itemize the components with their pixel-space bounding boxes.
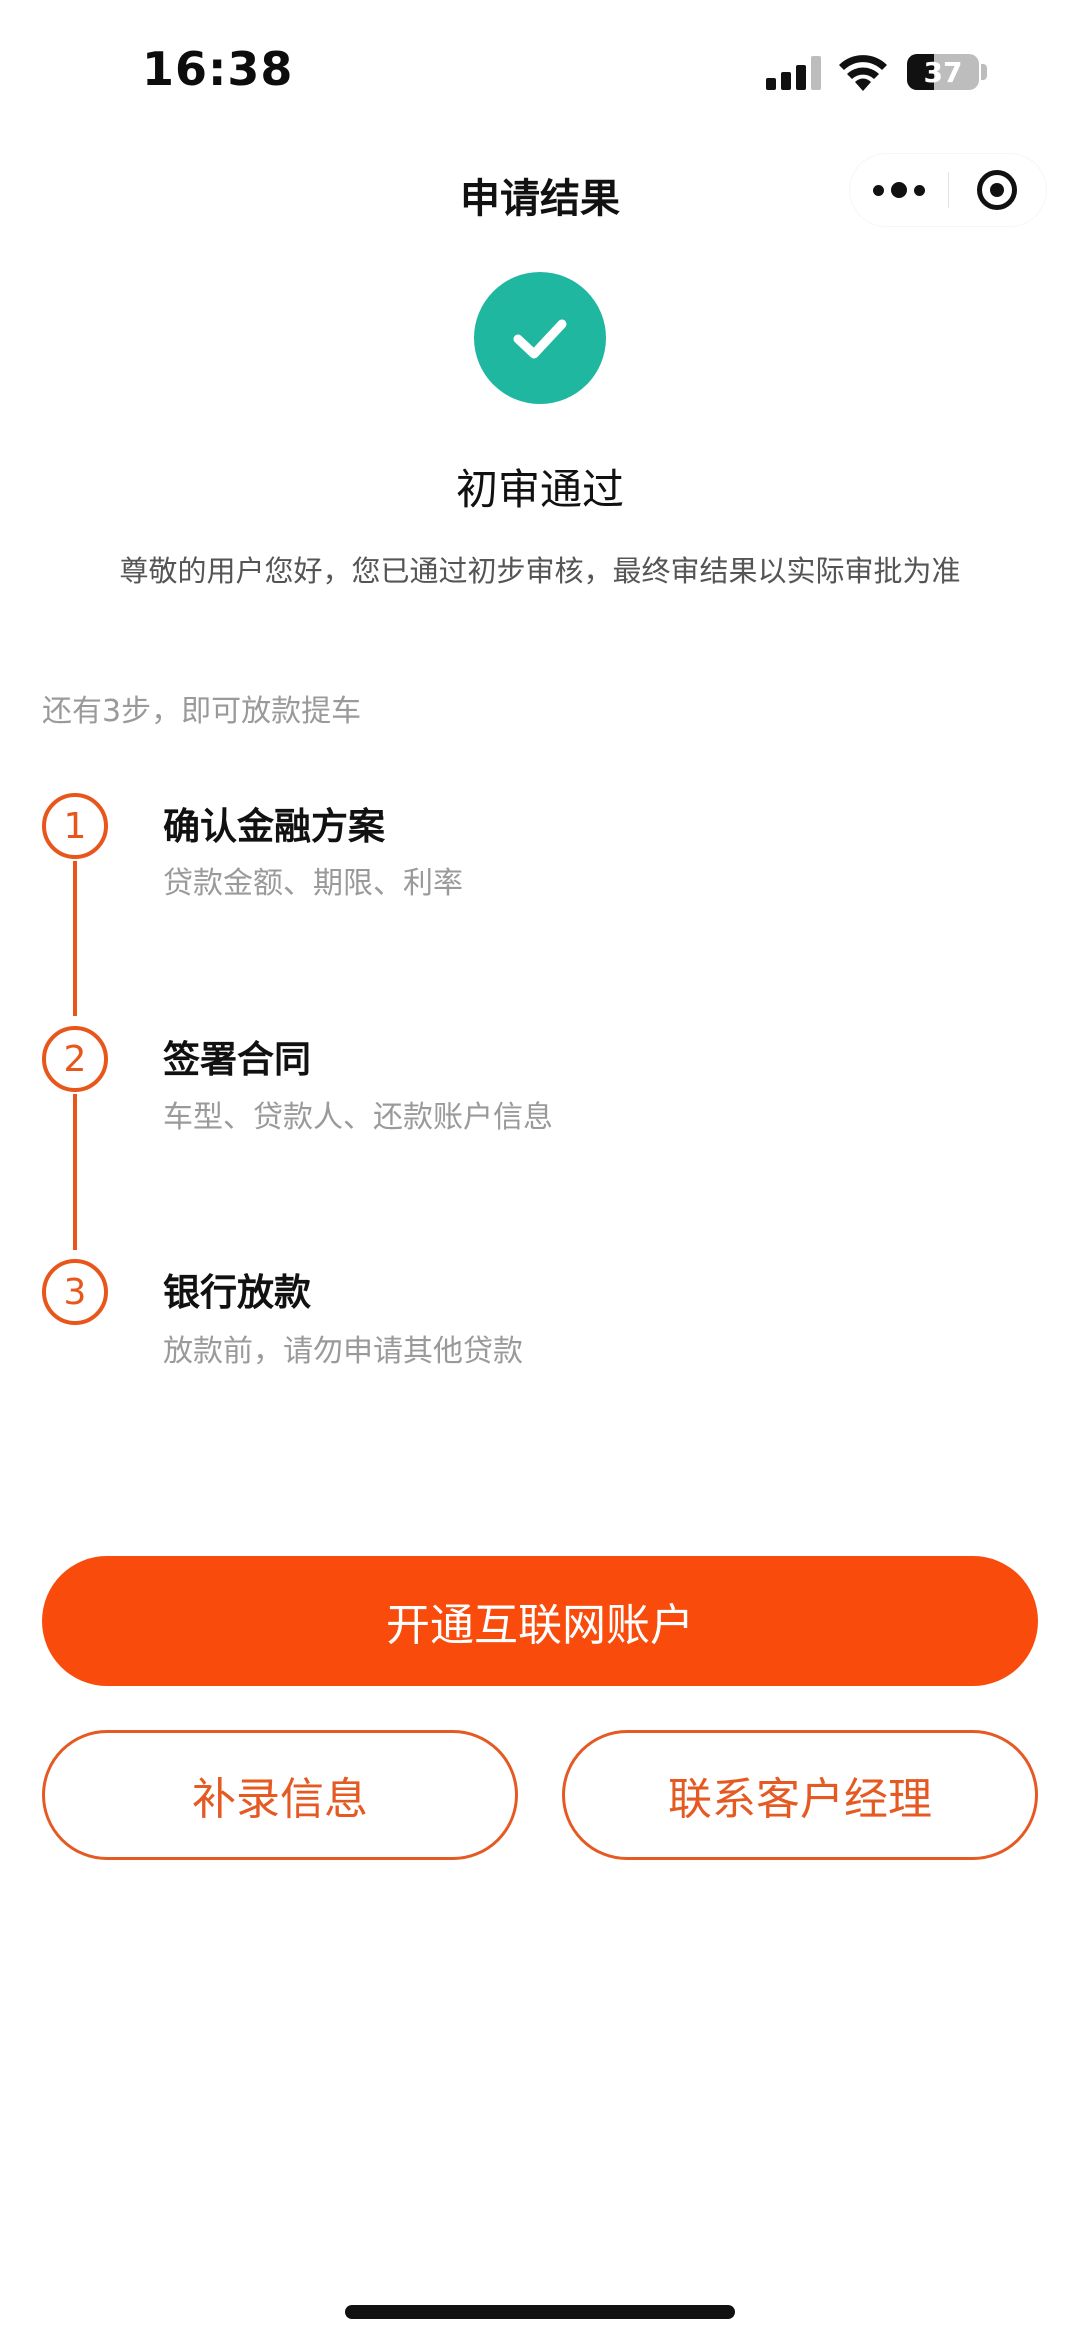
open-online-account-button[interactable]: 开通互联网账户: [42, 1556, 1038, 1686]
contact-manager-button[interactable]: 联系客户经理: [562, 1730, 1038, 1860]
step-title-3: 银行放款: [163, 1271, 311, 1314]
success-check-icon: [474, 272, 606, 404]
step-connector: [73, 1094, 77, 1250]
screen: 16:38 37 申请结果 初审通过 尊敬的用户您好，您已通过初步审核，最终审结…: [0, 0, 1080, 2341]
step-connector: [73, 861, 77, 1016]
cellular-signal-icon: [766, 56, 822, 90]
result-title: 初审通过: [455, 465, 624, 514]
supplement-info-button[interactable]: 补录信息: [42, 1730, 518, 1860]
step-title-1: 确认金融方案: [163, 805, 385, 848]
step-desc-3: 放款前，请勿申请其他贷款: [163, 1334, 523, 1369]
step-number-3: 3: [42, 1259, 108, 1325]
battery-level: 37: [923, 56, 963, 89]
home-indicator[interactable]: [345, 2305, 735, 2319]
steps-hint: 还有3步，即可放款提车: [42, 694, 362, 729]
battery-icon: 37: [907, 54, 979, 90]
step-title-2: 签署合同: [163, 1038, 311, 1081]
more-options-button[interactable]: [850, 154, 948, 226]
step-desc-2: 车型、贷款人、还款账户信息: [163, 1100, 553, 1135]
step-number-2: 2: [42, 1026, 108, 1092]
target-icon: [977, 170, 1017, 210]
wifi-icon: [838, 50, 888, 92]
step-number-1: 1: [42, 793, 108, 859]
close-miniprogram-button[interactable]: [948, 154, 1046, 226]
battery-cap: [981, 64, 987, 80]
miniprogram-capsule: [850, 154, 1046, 226]
step-desc-1: 贷款金额、期限、利率: [163, 866, 463, 901]
status-time: 16:38: [142, 42, 294, 96]
result-description: 尊敬的用户您好，您已通过初步审核，最终审结果以实际审批为准: [119, 554, 961, 588]
